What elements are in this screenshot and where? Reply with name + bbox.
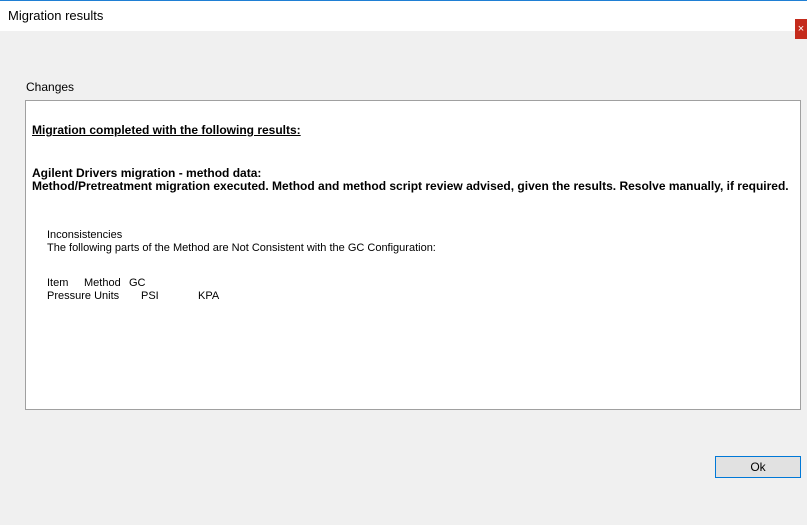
ok-button[interactable]: Ok xyxy=(715,456,801,478)
section-body: Method/Pretreatment migration executed. … xyxy=(32,179,789,193)
results-heading: Migration completed with the following r… xyxy=(32,123,301,137)
table-header-item: Item xyxy=(47,277,69,289)
table-header-method: Method xyxy=(84,277,121,289)
table-cell-gc: KPA xyxy=(198,290,220,302)
changes-label: Changes xyxy=(26,80,75,94)
title-bar: Migration results xyxy=(0,1,807,31)
close-icon[interactable]: × xyxy=(795,19,807,39)
changes-text-box[interactable]: Migration completed with the following r… xyxy=(25,100,801,410)
inconsistencies-label: Inconsistencies xyxy=(47,229,123,241)
window-title: Migration results xyxy=(8,8,104,23)
migration-results-dialog: Migration results × Changes Migration co… xyxy=(0,0,807,525)
table-cell-item: Pressure Units xyxy=(47,290,120,302)
table-cell-method: PSI xyxy=(141,290,159,302)
table-header-gc: GC xyxy=(129,277,146,289)
section-title: Agilent Drivers migration - method data: xyxy=(32,166,262,180)
inconsistencies-text: The following parts of the Method are No… xyxy=(47,242,436,254)
